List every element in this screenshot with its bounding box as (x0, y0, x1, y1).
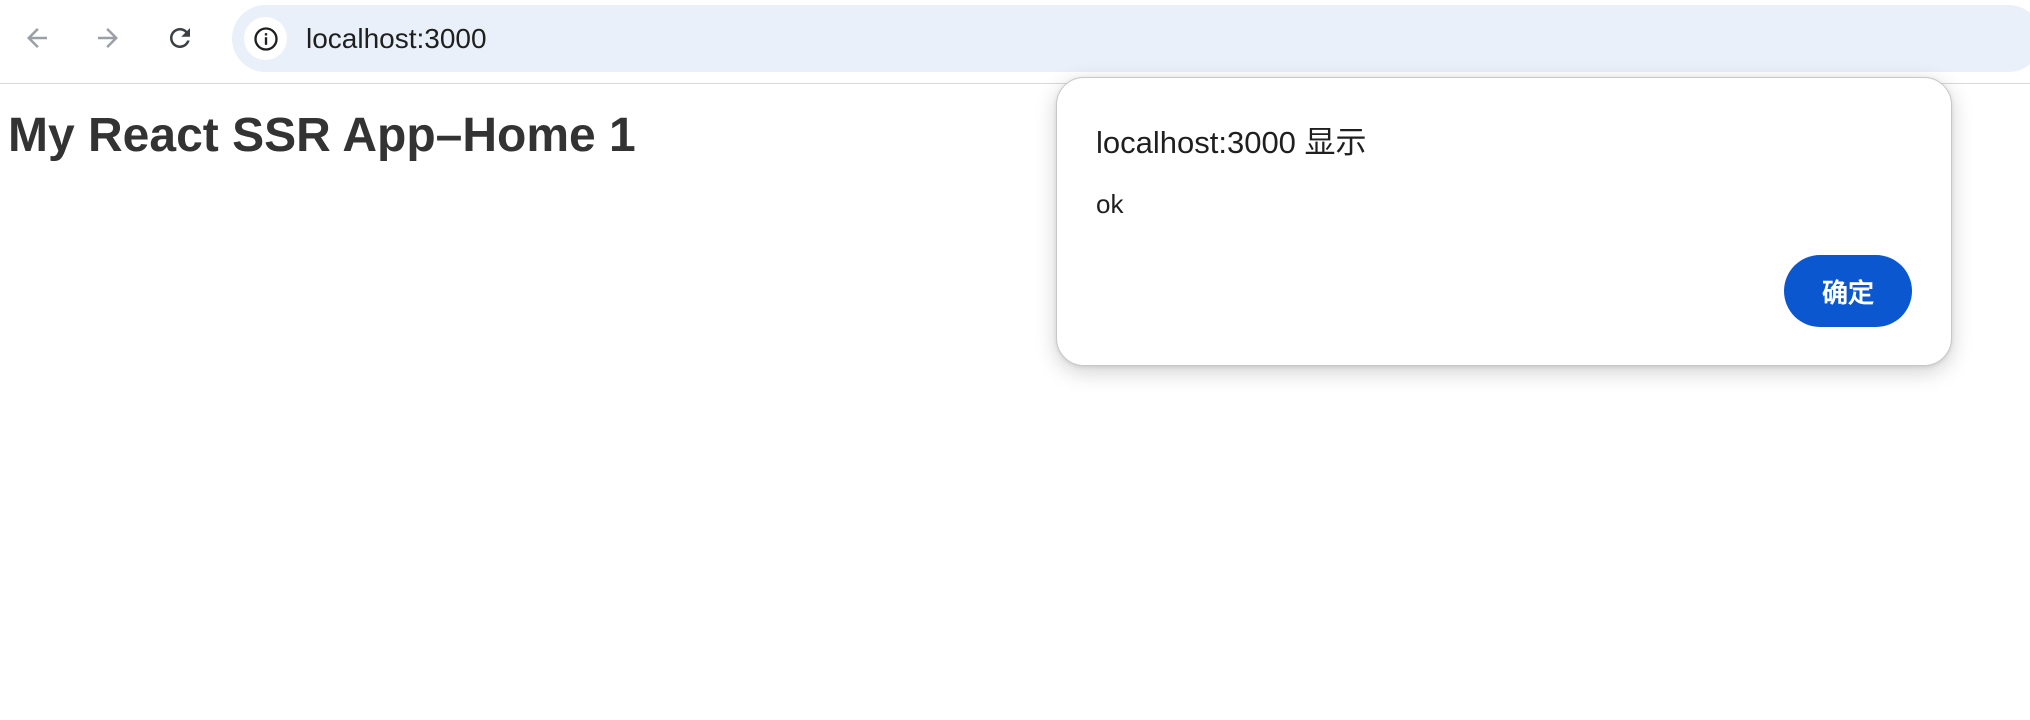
arrow-right-icon (98, 28, 118, 48)
dialog-title: localhost:3000 显示 (1096, 125, 1367, 160)
page-title: My React SSR App–Home 1 (8, 109, 636, 162)
url-text[interactable]: localhost:3000 (306, 22, 487, 56)
reload-icon (170, 28, 190, 48)
back-button[interactable] (14, 15, 60, 61)
forward-button[interactable] (85, 15, 131, 61)
dialog-message: ok (1096, 189, 1124, 219)
arrow-left-icon (27, 28, 47, 48)
ok-button[interactable]: 确定 (1784, 255, 1912, 327)
browser-toolbar: localhost:3000 (0, 0, 2030, 84)
alert-dialog: localhost:3000 显示 ok 确定 (1056, 77, 1952, 366)
address-bar[interactable]: localhost:3000 (232, 5, 2030, 72)
reload-button[interactable] (157, 15, 203, 61)
site-info-button[interactable] (244, 17, 287, 60)
info-icon (253, 26, 278, 51)
